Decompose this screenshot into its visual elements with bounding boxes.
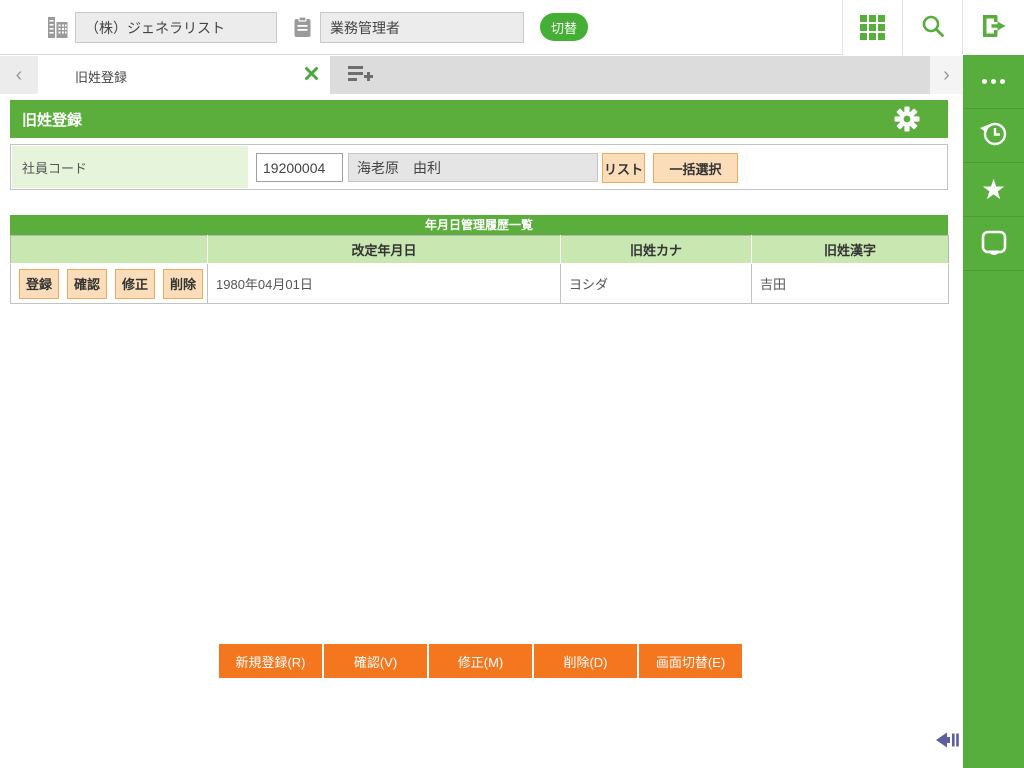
apps-grid-button[interactable] [842, 0, 902, 55]
memo-note-icon [980, 229, 1008, 258]
history-table-title: 年月日管理履歴一覧 [10, 215, 948, 235]
row-action-buttons: 登録 確認 修正 削除 [19, 268, 207, 299]
cell-old-name-kana: ヨシダ [560, 263, 752, 304]
new-register-button[interactable]: 新規登録(R) [219, 644, 322, 678]
footer-action-buttons: 新規登録(R) 確認(V) 修正(M) 削除(D) 画面切替(E) [219, 644, 742, 678]
clipboard-icon [293, 16, 312, 43]
logout-button[interactable] [962, 0, 1024, 55]
history-clock-icon [978, 119, 1010, 152]
building-icon [47, 16, 68, 44]
tab-bar: ‹ 旧姓登録 › [0, 56, 963, 94]
column-old-name-kanji: 旧姓漢字 [751, 235, 949, 264]
cell-revision-date: 1980年04月01日 [207, 263, 561, 304]
column-revision-date: 改定年月日 [207, 235, 561, 264]
tab-label: 旧姓登録 [75, 70, 128, 85]
favorites-button[interactable]: ★ [963, 163, 1024, 217]
row-confirm-button[interactable]: 確認 [67, 268, 107, 299]
tab-strip [330, 56, 930, 94]
cell-old-name-kanji: 吉田 [751, 263, 949, 304]
tab-old-name-registration[interactable]: 旧姓登録 [38, 56, 330, 94]
employee-code-form-row: 社員コード リスト 一括選択 [10, 144, 948, 190]
bulk-select-button[interactable]: 一括選択 [653, 153, 738, 183]
new-tab-icon[interactable] [343, 62, 377, 88]
more-ellipsis-icon [982, 79, 1005, 84]
collapse-panel-arrow-icon[interactable] [935, 729, 961, 751]
row-delete-button[interactable]: 削除 [163, 268, 203, 299]
gear-icon[interactable] [893, 106, 921, 132]
favorite-star-icon: ★ [980, 173, 1007, 205]
role-input[interactable] [320, 12, 524, 43]
column-old-name-kana: 旧姓カナ [560, 235, 752, 264]
more-options-button[interactable] [963, 55, 1024, 109]
row-register-button[interactable]: 登録 [19, 268, 59, 299]
switch-button[interactable]: 切替 [540, 13, 588, 41]
logout-icon [980, 13, 1008, 42]
screen-switch-button[interactable]: 画面切替(E) [639, 644, 742, 678]
tab-scroll-right-button[interactable]: › [930, 56, 963, 94]
memo-button[interactable] [963, 217, 1024, 271]
history-button[interactable] [963, 109, 1024, 163]
list-button[interactable]: リスト [602, 153, 645, 183]
tab-scroll-left-button[interactable]: ‹ [0, 56, 38, 94]
employee-code-input[interactable] [256, 153, 343, 182]
column-actions [10, 235, 208, 264]
right-sidebar: ★ [963, 55, 1024, 768]
history-table: 年月日管理履歴一覧 改定年月日 旧姓カナ 旧姓漢字 登録 確認 修正 削除 19… [10, 215, 949, 304]
table-row: 登録 確認 修正 削除 1980年04月01日 ヨシダ 吉田 [10, 263, 949, 304]
page-title: 旧姓登録 [22, 112, 83, 129]
modify-button[interactable]: 修正(M) [429, 644, 532, 678]
page-header: 旧姓登録 [10, 100, 948, 138]
apps-grid-icon [860, 15, 885, 40]
main-content: 旧姓登録 社員コード リスト 一括選択 [0, 95, 963, 768]
row-modify-button[interactable]: 修正 [115, 268, 155, 299]
employee-name-field [348, 153, 598, 182]
tab-close-icon[interactable] [302, 66, 320, 84]
confirm-button[interactable]: 確認(V) [324, 644, 427, 678]
table-header-row: 改定年月日 旧姓カナ 旧姓漢字 [10, 235, 949, 264]
employee-code-label: 社員コード [12, 146, 248, 188]
delete-button[interactable]: 削除(D) [534, 644, 637, 678]
company-input[interactable] [75, 12, 277, 43]
top-right-actions [842, 0, 1024, 55]
search-button[interactable] [902, 0, 962, 55]
top-bar: 切替 [0, 0, 1024, 55]
search-icon [920, 13, 946, 42]
